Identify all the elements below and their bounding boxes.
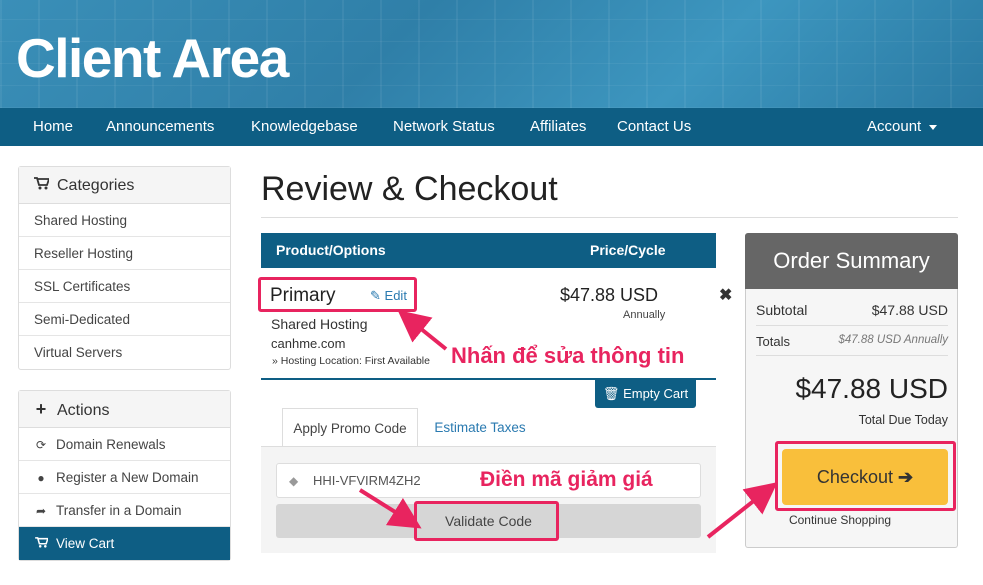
annotation-arrows bbox=[358, 309, 778, 539]
arrow-to-edit bbox=[397, 309, 448, 351]
arrow-to-checkout bbox=[706, 482, 778, 539]
arrow-to-validate bbox=[358, 488, 422, 529]
